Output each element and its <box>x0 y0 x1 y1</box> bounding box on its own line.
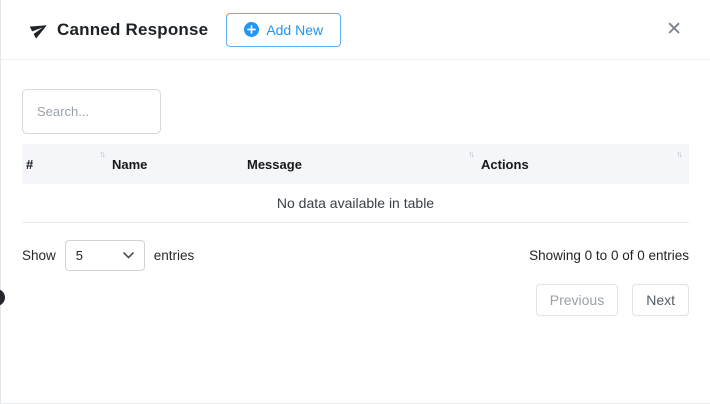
add-new-button[interactable]: Add New <box>226 13 341 47</box>
show-label: Show <box>22 248 56 263</box>
canned-response-modal: Canned Response Add New ✕ # ↑↓ Name Mess… <box>0 0 710 404</box>
modal-header: Canned Response Add New ✕ <box>1 0 710 60</box>
next-button[interactable]: Next <box>632 284 689 316</box>
close-icon: ✕ <box>666 19 682 40</box>
modal-body: # ↑↓ Name Message ↑↓ Actions ↑↓ No data … <box>1 60 710 316</box>
page-length-control: Show 5 entries <box>22 240 194 271</box>
page-size-select[interactable]: 5 <box>65 240 145 271</box>
sort-icon: ↑↓ <box>468 149 473 159</box>
sort-icon: ↑↓ <box>676 149 681 159</box>
column-header-number[interactable]: # ↑↓ <box>22 144 112 184</box>
plus-circle-icon <box>244 22 259 37</box>
column-header-actions-label: Actions <box>481 157 529 172</box>
search-input[interactable] <box>22 89 161 134</box>
column-header-message[interactable]: Message ↑↓ <box>247 144 481 184</box>
column-header-message-label: Message <box>247 157 302 172</box>
entries-label: entries <box>154 248 195 263</box>
modal-title: Canned Response <box>57 20 208 40</box>
table-empty-row: No data available in table <box>22 184 689 223</box>
add-new-label: Add New <box>266 22 323 38</box>
results-summary: Showing 0 to 0 of 0 entries <box>529 248 689 263</box>
page-size-value: 5 <box>76 248 83 263</box>
column-header-number-label: # <box>26 157 33 172</box>
pagination: Previous Next <box>22 284 689 316</box>
column-header-actions[interactable]: Actions ↑↓ <box>481 144 689 184</box>
table-footer: Show 5 entries Showing 0 to 0 of 0 entri… <box>22 240 689 271</box>
chevron-down-icon <box>123 252 134 259</box>
table-header-row: # ↑↓ Name Message ↑↓ Actions ↑↓ <box>22 144 689 184</box>
sort-icon: ↑↓ <box>99 149 104 159</box>
send-icon <box>27 16 51 40</box>
column-header-name-label: Name <box>112 157 147 172</box>
empty-message: No data available in table <box>277 195 434 211</box>
previous-button[interactable]: Previous <box>536 284 618 316</box>
close-button[interactable]: ✕ <box>662 18 686 41</box>
column-header-name[interactable]: Name <box>112 144 247 184</box>
